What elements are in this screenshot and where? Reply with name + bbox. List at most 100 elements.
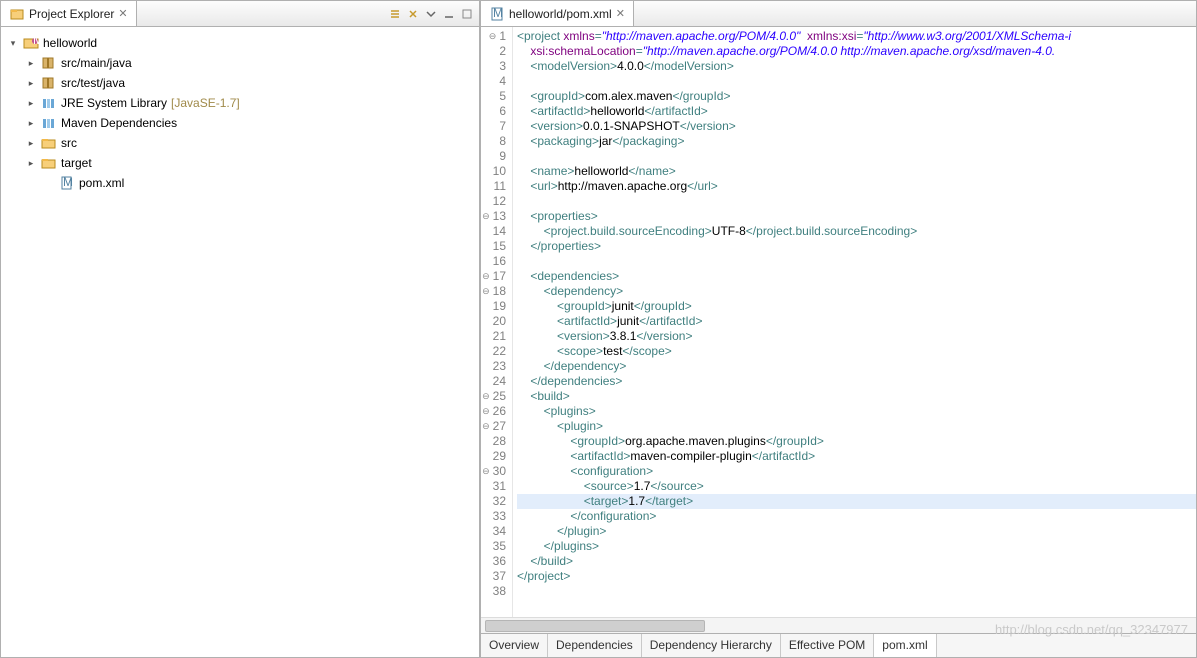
- svg-text:M: M: [33, 36, 39, 47]
- code-line[interactable]: [517, 254, 1196, 269]
- scrollbar-thumb[interactable]: [485, 620, 705, 632]
- code-line[interactable]: <plugin>: [517, 419, 1196, 434]
- editor-bottom-tabs: OverviewDependenciesDependency Hierarchy…: [481, 633, 1196, 657]
- code-line[interactable]: </project>: [517, 569, 1196, 584]
- tree-item-label: src/main/java: [61, 56, 132, 70]
- svg-text:M: M: [493, 7, 503, 20]
- expand-toggle[interactable]: ▸: [25, 58, 37, 69]
- code-line[interactable]: <packaging>jar</packaging>: [517, 134, 1196, 149]
- bottom-tab-effective-pom[interactable]: Effective POM: [781, 634, 874, 657]
- code-line[interactable]: <source>1.7</source>: [517, 479, 1196, 494]
- minimize-button[interactable]: [441, 6, 457, 22]
- tree-item[interactable]: ▸ Maven Dependencies: [1, 113, 479, 133]
- code-line[interactable]: </build>: [517, 554, 1196, 569]
- project-explorer-tab[interactable]: Project Explorer ✕: [1, 1, 137, 26]
- code-line[interactable]: </dependencies>: [517, 374, 1196, 389]
- tree-item-label: src: [61, 136, 77, 150]
- tree-item[interactable]: ▸ JRE System Library [JavaSE-1.7]: [1, 93, 479, 113]
- proj-icon: M: [23, 35, 39, 51]
- code-line[interactable]: <plugins>: [517, 404, 1196, 419]
- close-icon[interactable]: ✕: [118, 7, 127, 20]
- expand-toggle[interactable]: ▸: [25, 158, 37, 169]
- code-line[interactable]: <url>http://maven.apache.org</url>: [517, 179, 1196, 194]
- tree-item[interactable]: ▸ target: [1, 153, 479, 173]
- code-line[interactable]: </configuration>: [517, 509, 1196, 524]
- code-line[interactable]: <dependencies>: [517, 269, 1196, 284]
- lib-icon: [41, 95, 57, 111]
- code-line[interactable]: <artifactId>helloworld</artifactId>: [517, 104, 1196, 119]
- expand-toggle[interactable]: ▸: [25, 118, 37, 129]
- project-explorer-panel: Project Explorer ✕ ▾ Mhelloworld ▸ src/main…: [0, 0, 480, 658]
- fld-icon: [41, 135, 57, 151]
- horizontal-scrollbar[interactable]: [481, 617, 1196, 633]
- code-line[interactable]: <artifactId>junit</artifactId>: [517, 314, 1196, 329]
- tree-item[interactable]: ▸ src/test/java: [1, 73, 479, 93]
- editor-tab-label: helloworld/pom.xml: [509, 7, 612, 21]
- line-number-gutter: ⊖123456789101112⊖13141516⊖17⊖18192021222…: [481, 27, 513, 617]
- code-line[interactable]: <dependency>: [517, 284, 1196, 299]
- close-icon[interactable]: ✕: [616, 7, 625, 20]
- pkg-icon: [41, 55, 57, 71]
- maximize-button[interactable]: [459, 6, 475, 22]
- project-explorer-title: Project Explorer: [29, 7, 114, 21]
- bottom-tab-dependencies[interactable]: Dependencies: [548, 634, 642, 657]
- code-line[interactable]: <artifactId>maven-compiler-plugin</artif…: [517, 449, 1196, 464]
- project-tree[interactable]: ▾ Mhelloworld ▸ src/main/java ▸ src/test/java…: [1, 27, 479, 657]
- expand-toggle[interactable]: ▸: [25, 78, 37, 89]
- fld-icon: [41, 155, 57, 171]
- expand-toggle[interactable]: ▸: [25, 138, 37, 149]
- code-line[interactable]: <name>helloworld</name>: [517, 164, 1196, 179]
- editor-tabrow: M helloworld/pom.xml ✕: [481, 1, 1196, 27]
- code-line[interactable]: <configuration>: [517, 464, 1196, 479]
- code-line[interactable]: <groupId>org.apache.maven.plugins</group…: [517, 434, 1196, 449]
- code-line[interactable]: <modelVersion>4.0.0</modelVersion>: [517, 59, 1196, 74]
- tree-item-label: Maven Dependencies: [61, 116, 177, 130]
- code-line[interactable]: <version>0.0.1-SNAPSHOT</version>: [517, 119, 1196, 134]
- project-explorer-icon: [9, 6, 25, 22]
- code-line[interactable]: </dependency>: [517, 359, 1196, 374]
- bottom-tab-dependency-hierarchy[interactable]: Dependency Hierarchy: [642, 634, 781, 657]
- expand-toggle[interactable]: ▸: [25, 98, 37, 109]
- code-line[interactable]: <groupId>junit</groupId>: [517, 299, 1196, 314]
- expand-toggle[interactable]: ▾: [7, 38, 19, 49]
- code-line[interactable]: <project.build.sourceEncoding>UTF-8</pro…: [517, 224, 1196, 239]
- code-line[interactable]: <groupId>com.alex.maven</groupId>: [517, 89, 1196, 104]
- maven-file-icon: M: [489, 6, 505, 22]
- view-menu-button[interactable]: [423, 6, 439, 22]
- code-line[interactable]: <scope>test</scope>: [517, 344, 1196, 359]
- project-explorer-tabrow: Project Explorer ✕: [1, 1, 479, 27]
- code-line[interactable]: <build>: [517, 389, 1196, 404]
- code-line[interactable]: [517, 584, 1196, 599]
- code-line[interactable]: </plugins>: [517, 539, 1196, 554]
- code-line[interactable]: <properties>: [517, 209, 1196, 224]
- code-line[interactable]: <version>3.8.1</version>: [517, 329, 1196, 344]
- tree-item-suffix: [JavaSE-1.7]: [171, 96, 240, 110]
- svg-text:M: M: [63, 176, 73, 189]
- editor-panel: M helloworld/pom.xml ✕ ⊖123456789101112⊖…: [480, 0, 1197, 658]
- collapse-all-button[interactable]: [387, 6, 403, 22]
- link-editor-button[interactable]: [405, 6, 421, 22]
- code-line[interactable]: </plugin>: [517, 524, 1196, 539]
- code-line[interactable]: [517, 74, 1196, 89]
- pkg-icon: [41, 75, 57, 91]
- tree-item[interactable]: ▾ Mhelloworld: [1, 33, 479, 53]
- code-line[interactable]: <target>1.7</target>: [517, 494, 1196, 509]
- tree-item-label: target: [61, 156, 92, 170]
- xml-editor[interactable]: ⊖123456789101112⊖13141516⊖17⊖18192021222…: [481, 27, 1196, 617]
- tree-item[interactable]: ▸ src: [1, 133, 479, 153]
- tree-item-label: JRE System Library: [61, 96, 167, 110]
- code-area[interactable]: <project xmlns="http://maven.apache.org/…: [513, 27, 1196, 617]
- code-line[interactable]: [517, 194, 1196, 209]
- tree-item[interactable]: Mpom.xml: [1, 173, 479, 193]
- bottom-tab-overview[interactable]: Overview: [481, 634, 548, 657]
- bottom-tab-pom.xml[interactable]: pom.xml: [874, 634, 936, 657]
- code-line[interactable]: [517, 149, 1196, 164]
- code-line[interactable]: xsi:schemaLocation="http://maven.apache.…: [517, 44, 1196, 59]
- editor-tab[interactable]: M helloworld/pom.xml ✕: [481, 1, 634, 26]
- lib-icon: [41, 115, 57, 131]
- tree-item-label: src/test/java: [61, 76, 125, 90]
- tree-item[interactable]: ▸ src/main/java: [1, 53, 479, 73]
- tree-item-label: helloworld: [43, 36, 97, 50]
- code-line[interactable]: <project xmlns="http://maven.apache.org/…: [517, 29, 1196, 44]
- code-line[interactable]: </properties>: [517, 239, 1196, 254]
